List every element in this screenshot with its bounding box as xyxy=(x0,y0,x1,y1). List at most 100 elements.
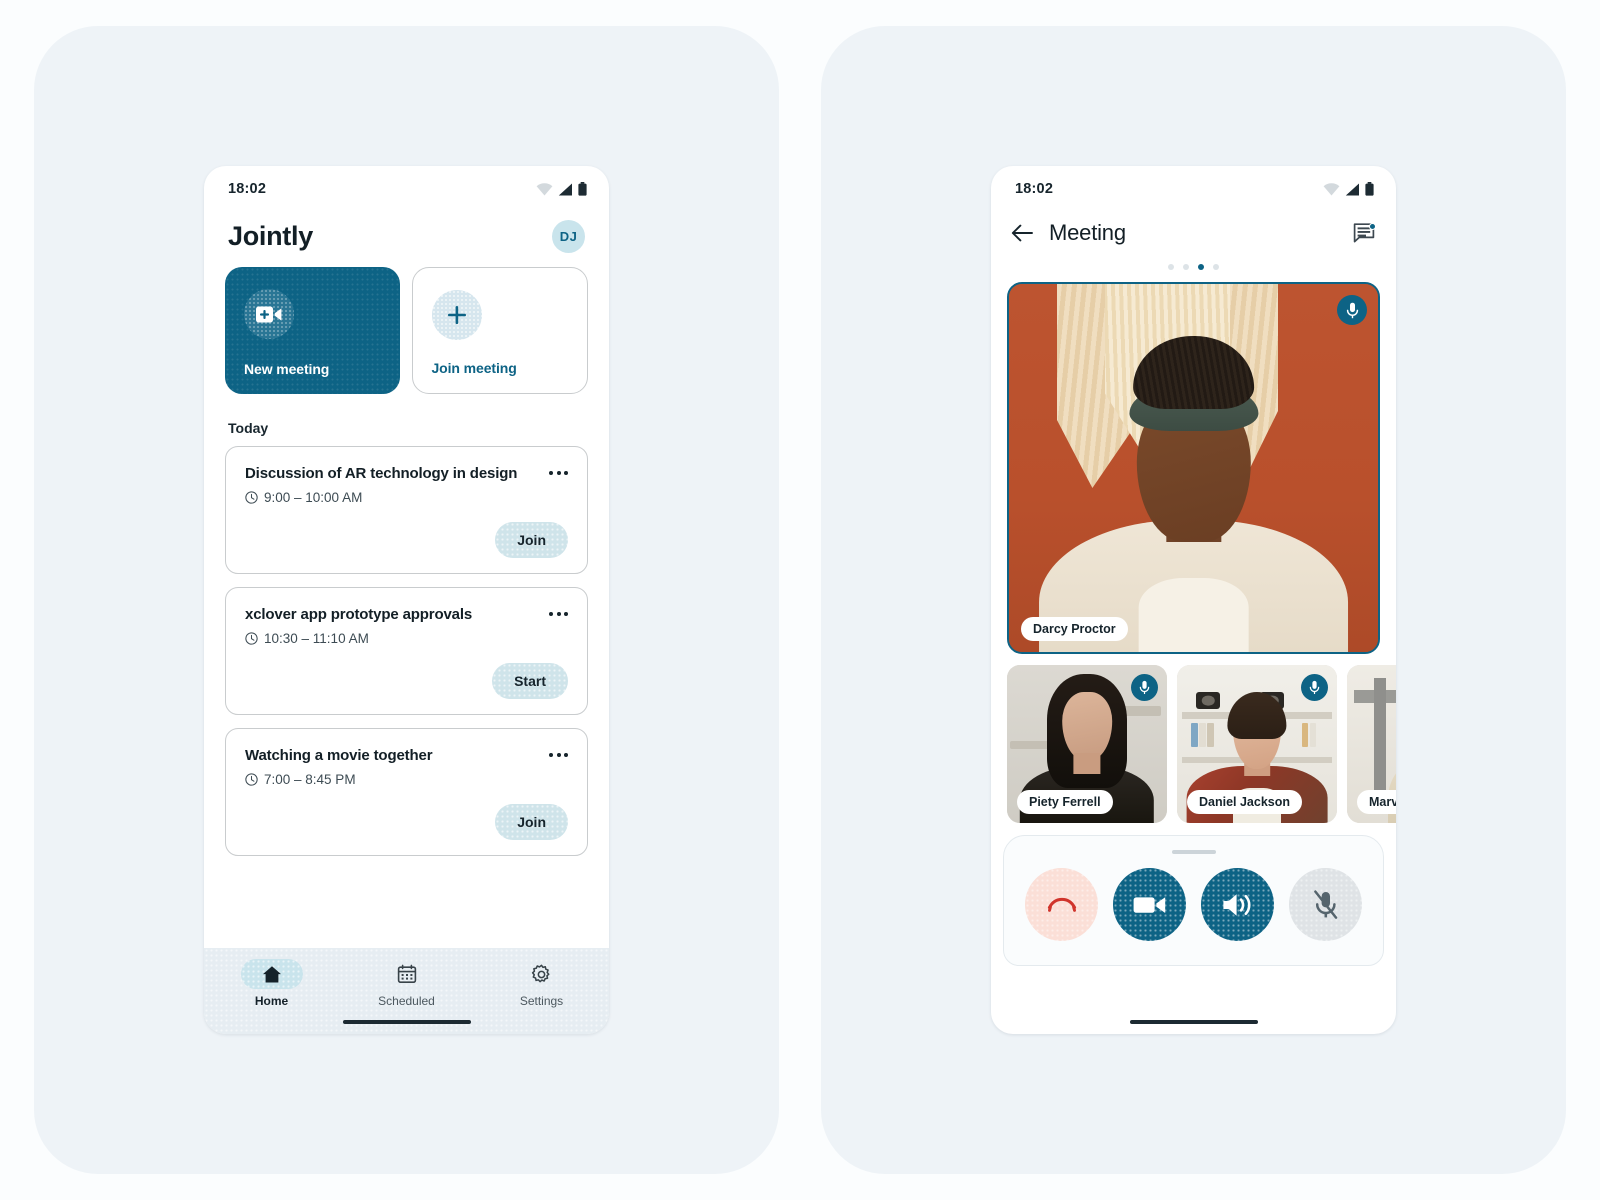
meeting-card[interactable]: Watching a movie together 7:00 – 8:45 PM… xyxy=(225,728,588,856)
meeting-card[interactable]: Discussion of AR technology in design 9:… xyxy=(225,446,588,574)
clock-icon xyxy=(245,773,258,786)
meeting-time-row: 7:00 – 8:45 PM xyxy=(245,772,568,787)
meeting-title: xclover app prototype approvals xyxy=(245,606,473,623)
page-dots[interactable] xyxy=(991,246,1396,282)
page-dot[interactable] xyxy=(1168,264,1174,270)
new-meeting-button[interactable]: New meeting xyxy=(225,267,400,394)
panel-home: 18:02 Jointly DJ New meeting Join meetin… xyxy=(34,26,779,1174)
meeting-header: Meeting xyxy=(991,212,1396,246)
participant-name: Daniel Jackson xyxy=(1187,790,1303,814)
participant-name: Marv xyxy=(1357,790,1396,814)
mic-off-icon xyxy=(1313,890,1337,919)
calendar-icon xyxy=(397,964,416,984)
start-button[interactable]: Start xyxy=(492,663,568,699)
status-bar-home: 18:02 xyxy=(204,166,609,212)
join-button[interactable]: Join xyxy=(495,522,568,558)
participant-name: Darcy Proctor xyxy=(1021,617,1128,641)
status-bar-meeting: 18:02 xyxy=(991,166,1396,212)
nav-item-settings[interactable]: Settings xyxy=(474,959,609,1008)
plus-icon xyxy=(431,290,482,340)
main-video-tile[interactable]: Darcy Proctor xyxy=(1007,282,1380,654)
gear-icon xyxy=(531,964,550,982)
meeting-list: Discussion of AR technology in design 9:… xyxy=(204,446,609,948)
page-title: Meeting xyxy=(1049,220,1126,245)
nav-pill-settings xyxy=(511,959,573,989)
join-meeting-label: Join meeting xyxy=(431,360,517,376)
wifi-icon xyxy=(1323,182,1340,195)
signal-icon xyxy=(1345,183,1359,195)
status-time: 18:02 xyxy=(228,181,267,197)
nav-pill-home xyxy=(240,959,303,989)
control-row xyxy=(1004,868,1383,941)
status-icons xyxy=(1323,182,1374,196)
back-button[interactable] xyxy=(1011,224,1033,242)
camera-button[interactable] xyxy=(1113,868,1187,941)
home-indicator xyxy=(342,1020,471,1024)
nav-label-settings: Settings xyxy=(519,994,564,1008)
meeting-card-top: Discussion of AR technology in design xyxy=(245,465,568,483)
nav-item-home[interactable]: Home xyxy=(204,959,339,1008)
participant-video-darcy xyxy=(1009,284,1378,652)
nav-pill-scheduled xyxy=(376,959,438,989)
app-header: Jointly DJ xyxy=(204,212,609,267)
nav-item-scheduled[interactable]: Scheduled xyxy=(339,959,474,1008)
meeting-actions: Start xyxy=(245,663,568,699)
meeting-card-top: Watching a movie together xyxy=(245,747,568,765)
page-title: Jointly xyxy=(228,221,313,251)
speaker-icon xyxy=(1223,893,1251,916)
phone-hangup-icon xyxy=(1047,897,1076,912)
thumbnail-tile[interactable]: Marv xyxy=(1347,665,1396,823)
meeting-card[interactable]: xclover app prototype approvals 10:30 – … xyxy=(225,587,588,715)
join-meeting-button[interactable]: Join meeting xyxy=(411,267,588,394)
more-options-icon[interactable] xyxy=(545,747,568,757)
arrow-left-icon xyxy=(1011,224,1033,242)
meeting-title: Watching a movie together xyxy=(245,747,433,764)
more-options-icon[interactable] xyxy=(545,465,568,475)
page-dot[interactable] xyxy=(1183,264,1189,270)
chat-button[interactable] xyxy=(1353,223,1376,243)
speaker-button[interactable] xyxy=(1200,868,1274,941)
meeting-actions: Join xyxy=(245,804,568,840)
more-options-icon[interactable] xyxy=(545,606,568,616)
signal-icon xyxy=(558,183,572,195)
chat-badge xyxy=(1369,223,1376,230)
thumbnail-tile[interactable]: Daniel Jackson xyxy=(1177,665,1337,823)
sheet-drag-handle[interactable] xyxy=(1171,850,1216,854)
participant-name: Piety Ferrell xyxy=(1017,790,1113,814)
meeting-title: Discussion of AR technology in design xyxy=(245,465,518,482)
new-meeting-label: New meeting xyxy=(244,361,330,377)
video-stage: Darcy Proctor xyxy=(991,282,1396,654)
status-icons xyxy=(536,182,587,196)
microphone-button[interactable] xyxy=(1288,868,1362,941)
video-plus-icon xyxy=(244,289,294,339)
page-dot[interactable] xyxy=(1213,264,1219,270)
clock-icon xyxy=(245,632,258,645)
meeting-time: 7:00 – 8:45 PM xyxy=(264,772,356,787)
battery-icon xyxy=(1365,182,1374,196)
meeting-time: 9:00 – 10:00 AM xyxy=(264,490,363,505)
section-title-today: Today xyxy=(228,420,269,436)
panel-meeting: 18:02 Meeting Darcy Proctor Piety Ferrel… xyxy=(821,26,1566,1174)
screenshot-canvas: 18:02 Jointly DJ New meeting Join meetin… xyxy=(0,0,1600,1200)
page-dot-active[interactable] xyxy=(1198,264,1204,270)
home-icon xyxy=(262,965,281,982)
status-time: 18:02 xyxy=(1015,181,1054,197)
nav-label-home: Home xyxy=(254,994,289,1008)
meeting-card-top: xclover app prototype approvals xyxy=(245,606,568,624)
thumbnail-tile[interactable]: Piety Ferrell xyxy=(1007,665,1167,823)
wifi-icon xyxy=(536,182,553,195)
meeting-time-row: 9:00 – 10:00 AM xyxy=(245,490,568,505)
participant-thumbnails[interactable]: Piety Ferrell Daniel Jackson Marv xyxy=(991,654,1396,823)
avatar[interactable]: DJ xyxy=(552,220,585,253)
join-button[interactable]: Join xyxy=(495,804,568,840)
nav-label-scheduled: Scheduled xyxy=(378,994,435,1008)
mic-on-icon xyxy=(1131,674,1158,701)
quick-actions: New meeting Join meeting xyxy=(204,267,609,394)
phone-home: 18:02 Jointly DJ New meeting Join meetin… xyxy=(204,166,609,1034)
meeting-controls xyxy=(1003,835,1384,966)
video-icon xyxy=(1133,896,1166,913)
phone-meeting: 18:02 Meeting Darcy Proctor Piety Ferrel… xyxy=(991,166,1396,1034)
end-call-button[interactable] xyxy=(1025,868,1099,941)
mic-on-icon xyxy=(1337,295,1367,325)
mic-on-icon xyxy=(1301,674,1328,701)
